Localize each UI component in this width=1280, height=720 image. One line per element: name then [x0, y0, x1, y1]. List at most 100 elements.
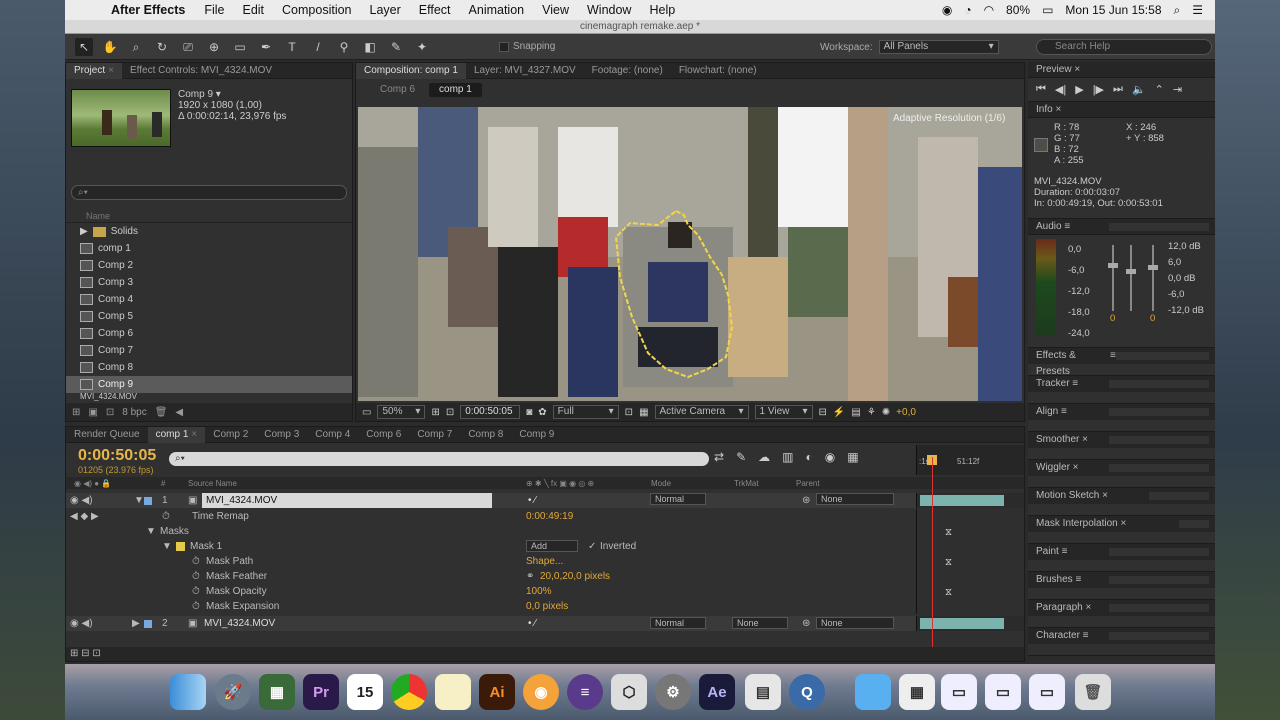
panel-wiggler[interactable]: Wiggler ×	[1028, 460, 1215, 488]
zoom-dropdown[interactable]: 50% ▾	[377, 405, 426, 419]
document-icon[interactable]: ▭	[985, 674, 1021, 710]
loop-icon[interactable]: ⌃	[1155, 83, 1164, 96]
brush-tool-icon[interactable]: /	[309, 38, 327, 56]
roto-brush-tool-icon[interactable]: ✎	[387, 38, 405, 56]
menu-animation[interactable]: Animation	[460, 3, 534, 17]
interpret-footage-icon[interactable]: ⊞	[72, 407, 80, 418]
list-item[interactable]: Comp 2	[66, 257, 352, 274]
eclipse-icon[interactable]: ≡	[567, 674, 603, 710]
audio-center-knob[interactable]	[1126, 269, 1136, 274]
mask-expansion-value[interactable]: 0,0 pixels	[526, 599, 568, 614]
transparency-grid-icon[interactable]: ▦	[639, 407, 648, 418]
trash-icon[interactable]: 🗑	[1075, 674, 1111, 710]
project-search-input[interactable]: ⌕▾	[71, 185, 347, 200]
snapshot-icon[interactable]: ◙	[526, 407, 532, 418]
fast-preview-icon[interactable]: ⚡	[833, 407, 845, 418]
table-row-layer-2[interactable]: ◉ ◀) ▶ 2 ▣ MVI_4324.MOV • ∕ Normal None …	[66, 616, 916, 631]
mask-opacity-value[interactable]: 100%	[526, 584, 552, 599]
panel-effects-presets[interactable]: Effects & Presets ≡	[1028, 348, 1215, 377]
column-name[interactable]: Name	[66, 211, 352, 223]
table-row-mask-feather[interactable]: ⏱ Mask Feather ⚭ 20,0,20,0 pixels	[66, 569, 916, 584]
new-folder-icon[interactable]: ▣	[88, 407, 97, 418]
resolution-dropdown[interactable]: Full ▾	[552, 405, 619, 419]
list-item[interactable]: Comp 3	[66, 274, 352, 291]
pen-tool-icon[interactable]: ✒	[257, 38, 275, 56]
mask-path-value[interactable]: Shape...	[526, 554, 563, 569]
graph-editor-icon[interactable]: ▦	[847, 450, 858, 464]
system-prefs-icon[interactable]: ⚙	[655, 674, 691, 710]
tab-comp-4[interactable]: Comp 4	[307, 427, 358, 443]
table-row-layer-1[interactable]: ◉ ◀) ▼ 1 ▣ MVI_4324.MOV • ∕ Normal ⊛ Non…	[66, 493, 916, 508]
panel-brushes[interactable]: Brushes ≡	[1028, 572, 1215, 600]
table-row-mask-opacity[interactable]: ⏱ Mask Opacity 100%	[66, 584, 916, 599]
snapping-toggle[interactable]: Snapping	[499, 41, 555, 52]
first-frame-icon[interactable]: ⏮	[1036, 83, 1046, 96]
composition-viewer[interactable]: Adaptive Resolution (1/6)	[358, 107, 1022, 401]
pan-behind-tool-icon[interactable]: ⊕	[205, 38, 223, 56]
tab-project[interactable]: Project ×	[66, 62, 122, 79]
tab-comp-8[interactable]: Comp 8	[460, 427, 511, 443]
workspace-dropdown[interactable]: All Panels ▾	[878, 40, 999, 54]
toggle-switches-icon[interactable]: ⊞ ⊟ ⊡	[70, 648, 101, 659]
audio-left-knob[interactable]	[1108, 263, 1118, 268]
notes-icon[interactable]	[435, 674, 471, 710]
audio-right-level[interactable]: 0	[1150, 313, 1155, 324]
spotlight-icon[interactable]: ⌕	[1174, 3, 1181, 18]
views-dropdown[interactable]: 1 View ▾	[754, 405, 813, 419]
trash-icon[interactable]: 🗑	[155, 407, 168, 418]
exposure-icon[interactable]: ✺	[882, 407, 890, 418]
menu-help[interactable]: Help	[640, 3, 684, 17]
comp-mini-flowchart-icon[interactable]: ⇄	[714, 450, 724, 464]
audio-right-knob[interactable]	[1148, 265, 1158, 270]
mask-feather-value[interactable]: 20,0,20,0 pixels	[540, 569, 610, 584]
layer-name[interactable]: MVI_4324.MOV	[202, 493, 492, 508]
parent-dropdown[interactable]: None	[816, 493, 894, 505]
region-of-interest-icon[interactable]: ⊡	[625, 407, 633, 418]
preview-icon[interactable]: ▤	[745, 674, 781, 710]
battery-percent[interactable]: 80%	[1006, 3, 1030, 17]
tab-comp-6[interactable]: Comp 6	[358, 427, 409, 443]
puppet-tool-icon[interactable]: ✦	[413, 38, 431, 56]
ram-preview-icon[interactable]: ⇥	[1173, 83, 1182, 96]
next-frame-icon[interactable]: |▶	[1093, 83, 1104, 96]
list-item[interactable]: Comp 7	[66, 342, 352, 359]
folder-icon[interactable]	[855, 674, 891, 710]
wifi-icon[interactable]: ◠	[984, 3, 994, 17]
prev-frame-icon[interactable]: ◀|	[1055, 83, 1066, 96]
panel-motion-sketch[interactable]: Motion Sketch ×	[1028, 488, 1215, 516]
search-help-input[interactable]: Search Help	[1036, 39, 1212, 55]
tab-layer[interactable]: Layer: MVI_4327.MOV	[466, 63, 584, 79]
tab-flowchart[interactable]: Flowchart: (none)	[671, 63, 765, 79]
photo-icon[interactable]: ▦	[259, 674, 295, 710]
col-parent[interactable]: Parent	[796, 479, 820, 488]
trkmat-dropdown[interactable]: None	[732, 617, 788, 629]
tab-comp-3[interactable]: Comp 3	[256, 427, 307, 443]
hand-tool-icon[interactable]: ✋	[101, 38, 119, 56]
list-item-selected[interactable]: Comp 9	[66, 376, 352, 393]
illustrator-icon[interactable]: Ai	[479, 674, 515, 710]
mode-dropdown[interactable]: Normal	[650, 617, 706, 629]
flowchart-icon[interactable]: ⚘	[867, 407, 876, 418]
table-row-mask-expansion[interactable]: ⏱ Mask Expansion 0,0 pixels	[66, 599, 916, 614]
camera-tool-icon[interactable]: ⎚	[179, 38, 197, 56]
clock[interactable]: Mon 15 Jun 15:58	[1065, 3, 1161, 17]
timeline-icon[interactable]: ▤	[851, 407, 860, 418]
panel-character[interactable]: Character ≡	[1028, 628, 1215, 656]
new-comp-icon[interactable]: ⊡	[106, 407, 114, 418]
document-icon[interactable]: ▭	[941, 674, 977, 710]
camera-dropdown[interactable]: Active Camera ▾	[654, 405, 749, 419]
table-row-masks[interactable]: ▼ Masks	[66, 524, 916, 539]
mask-path-overlay[interactable]	[358, 107, 1022, 401]
col-source-name[interactable]: Source Name	[188, 479, 237, 488]
eraser-tool-icon[interactable]: ◧	[361, 38, 379, 56]
blender-icon[interactable]: ◉	[523, 674, 559, 710]
breadcrumb-comp6[interactable]: Comp 6	[370, 83, 425, 97]
panel-tracker[interactable]: Tracker ≡	[1028, 376, 1215, 404]
menu-file[interactable]: File	[195, 3, 233, 17]
type-tool-icon[interactable]: T	[283, 38, 301, 56]
app-name[interactable]: After Effects	[101, 3, 195, 17]
mode-dropdown[interactable]: Normal	[650, 493, 706, 505]
tab-comp-2[interactable]: Comp 2	[205, 427, 256, 443]
panel-paint[interactable]: Paint ≡	[1028, 544, 1215, 572]
panel-smoother[interactable]: Smoother ×	[1028, 432, 1215, 460]
